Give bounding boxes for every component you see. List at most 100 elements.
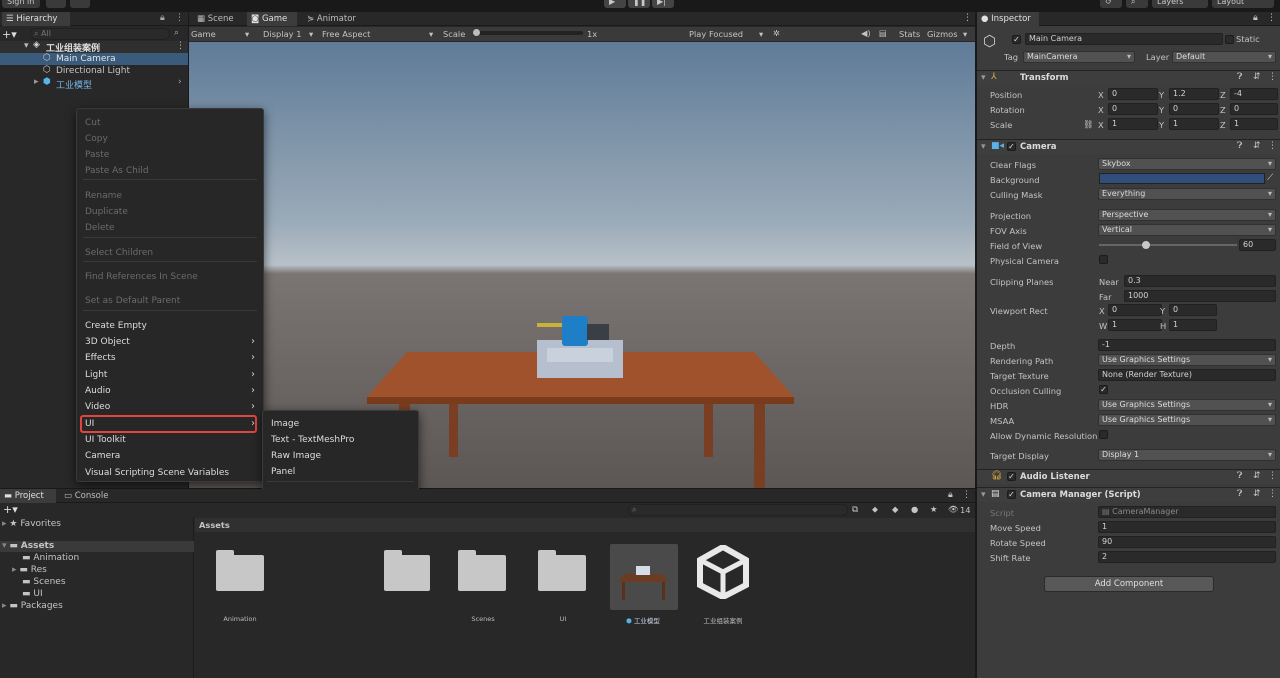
asset-prefab-model[interactable]: [610, 544, 678, 610]
hierarchy-item-directional-light[interactable]: ⬡ Directional Light: [0, 65, 188, 77]
scale-z-field[interactable]: 1: [1230, 118, 1278, 130]
viewport-y-field[interactable]: 0: [1169, 304, 1217, 316]
tab-hierarchy[interactable]: ☰ Hierarchy: [2, 12, 70, 26]
rotation-z-field[interactable]: 0: [1230, 103, 1278, 115]
tree-packages[interactable]: ▸ ▬ Packages: [2, 601, 63, 611]
rendering-path-dropdown[interactable]: Use Graphics Settings: [1098, 354, 1276, 366]
fov-axis-dropdown[interactable]: Vertical: [1098, 224, 1276, 236]
rotation-y-field[interactable]: 0: [1169, 103, 1219, 115]
tree-item-res[interactable]: ▸ ▬ Res: [12, 565, 47, 575]
context-menu-item[interactable]: 3D Object ›: [77, 334, 263, 350]
tab-console[interactable]: ▭ Console: [60, 489, 120, 503]
more-icon[interactable]: ⋮: [1268, 489, 1277, 499]
more-icon[interactable]: ⋮: [1267, 13, 1276, 23]
more-icon[interactable]: ⋮: [1268, 141, 1277, 151]
context-menu-item[interactable]: UI Toolkit: [77, 432, 263, 448]
position-z-field[interactable]: -4: [1230, 88, 1278, 100]
layout-dropdown[interactable]: Layout: [1212, 0, 1274, 8]
move-speed-field[interactable]: 1: [1098, 521, 1276, 533]
tree-item-ui[interactable]: ▬ UI: [22, 589, 43, 599]
context-menu-item[interactable]: Audio ›: [77, 383, 263, 399]
link-icon[interactable]: ⛓: [1083, 119, 1094, 130]
tab-animator[interactable]: ⋟ Animator: [303, 12, 367, 26]
scene-search-icon[interactable]: ⌕: [174, 28, 179, 38]
more-icon[interactable]: ⋮: [1268, 72, 1277, 82]
object-name-field[interactable]: Main Camera: [1025, 33, 1223, 45]
context-menu-item[interactable]: Create Empty: [77, 318, 263, 334]
scale-y-field[interactable]: 1: [1169, 118, 1219, 130]
help-icon[interactable]: ❓︎: [1237, 72, 1242, 82]
context-menu-item[interactable]: Effects ›: [77, 350, 263, 366]
asset-folder-hidden[interactable]: [384, 550, 430, 591]
game-mode-dropdown[interactable]: Game: [191, 29, 216, 39]
chevron-right-icon[interactable]: ›: [178, 77, 182, 87]
target-display-dropdown[interactable]: Display 1: [1098, 449, 1276, 461]
tag-dropdown[interactable]: MainCamera: [1023, 51, 1135, 63]
position-y-field[interactable]: 1.2: [1169, 88, 1219, 100]
add-component-button[interactable]: Add Component: [1044, 576, 1214, 592]
tab-game[interactable]: ◙ Game: [247, 12, 297, 26]
tree-favorites[interactable]: ▸ ★ Favorites: [2, 519, 61, 529]
audio-mute-icon[interactable]: ◀): [861, 28, 871, 38]
transform-header[interactable]: ▾ ⅄ Transform ❓︎ ⇵ ⋮: [977, 70, 1280, 85]
lock-icon[interactable]: 🔒︎: [160, 13, 165, 23]
target-texture-field[interactable]: None (Render Texture): [1098, 369, 1276, 381]
scale-slider[interactable]: [473, 29, 583, 36]
bug-icon[interactable]: ✲: [773, 28, 780, 38]
fov-slider[interactable]: [1099, 241, 1237, 249]
stats-button[interactable]: Stats: [899, 29, 920, 39]
fov-field[interactable]: 60: [1239, 239, 1276, 251]
script-field[interactable]: ▤ CameraManager: [1098, 506, 1276, 518]
projection-dropdown[interactable]: Perspective: [1098, 209, 1276, 221]
rotation-x-field[interactable]: 0: [1108, 103, 1158, 115]
ui-submenu-item[interactable]: Image: [263, 416, 418, 432]
hierarchy-item-model[interactable]: ▸ ⬢ 工业模型 ›: [0, 77, 188, 91]
display-dropdown[interactable]: Display 1: [263, 29, 302, 39]
gizmos-dropdown[interactable]: Gizmos: [927, 29, 958, 39]
step-button[interactable]: ▶|: [652, 0, 674, 8]
history-icon[interactable]: ↺: [1100, 0, 1122, 8]
viewport-h-field[interactable]: 1: [1169, 319, 1217, 331]
help-icon[interactable]: ❓︎: [1237, 471, 1242, 481]
play-focused-dropdown[interactable]: Play Focused: [689, 29, 743, 39]
camera-manager-checkbox[interactable]: ✓: [1007, 490, 1016, 499]
hdr-dropdown[interactable]: Use Graphics Settings: [1098, 399, 1276, 411]
occlusion-culling-checkbox[interactable]: ✓: [1099, 385, 1108, 394]
unity-scene-icon[interactable]: [696, 543, 750, 601]
scene-row[interactable]: ▾ ◈ 工业组装案例 ⋮: [0, 40, 188, 54]
sign-in-button[interactable]: Sign in: [2, 0, 40, 8]
layers-dropdown[interactable]: Layers: [1152, 0, 1208, 8]
eye-icon[interactable]: 👁︎: [948, 504, 959, 515]
slider-handle[interactable]: [473, 29, 480, 36]
filter-type-icon[interactable]: ⧉: [852, 504, 858, 515]
hierarchy-item-main-camera[interactable]: ⬡ Main Camera: [0, 53, 188, 65]
play-button[interactable]: ▶: [604, 0, 626, 8]
expand-icon[interactable]: ▾: [24, 41, 29, 51]
layer-dropdown[interactable]: Default: [1172, 51, 1276, 63]
presets-icon[interactable]: ⇵: [1253, 141, 1261, 151]
context-menu-item[interactable]: Video ›: [77, 399, 263, 415]
tree-item-scenes[interactable]: ▬ Scenes: [22, 577, 66, 587]
aspect-dropdown[interactable]: Free Aspect: [322, 29, 370, 39]
add-icon[interactable]: +▾: [3, 503, 18, 516]
background-color-swatch[interactable]: [1099, 173, 1265, 184]
tab-scene[interactable]: ▦ Scene: [193, 12, 247, 26]
more-icon[interactable]: ⋮: [175, 13, 184, 23]
tag-icon[interactable]: ◆: [892, 504, 898, 514]
more-icon[interactable]: ⋮: [962, 490, 971, 500]
collab-icon[interactable]: [70, 0, 90, 8]
lock-icon[interactable]: 🔒︎: [1253, 13, 1258, 23]
rotate-speed-field[interactable]: 90: [1098, 536, 1276, 548]
ui-submenu-item[interactable]: Panel: [263, 464, 418, 480]
lock-icon[interactable]: 🔒︎: [948, 490, 953, 500]
filter-label-icon[interactable]: ⬥: [872, 504, 878, 515]
context-menu-item[interactable]: Light ›: [77, 367, 263, 383]
camera-header[interactable]: ▾ ■◂ ✓ Camera ❓︎ ⇵ ⋮: [977, 139, 1280, 154]
viewport-x-field[interactable]: 0: [1108, 304, 1162, 316]
project-search-input[interactable]: ⌕: [628, 504, 848, 516]
ui-submenu-item[interactable]: Text - TextMeshPro: [263, 432, 418, 448]
more-icon[interactable]: ⋮: [963, 13, 972, 23]
tab-inspector[interactable]: ● Inspector: [977, 12, 1039, 26]
pause-button[interactable]: ❚❚: [628, 0, 650, 8]
context-menu-item[interactable]: Camera: [77, 448, 263, 464]
